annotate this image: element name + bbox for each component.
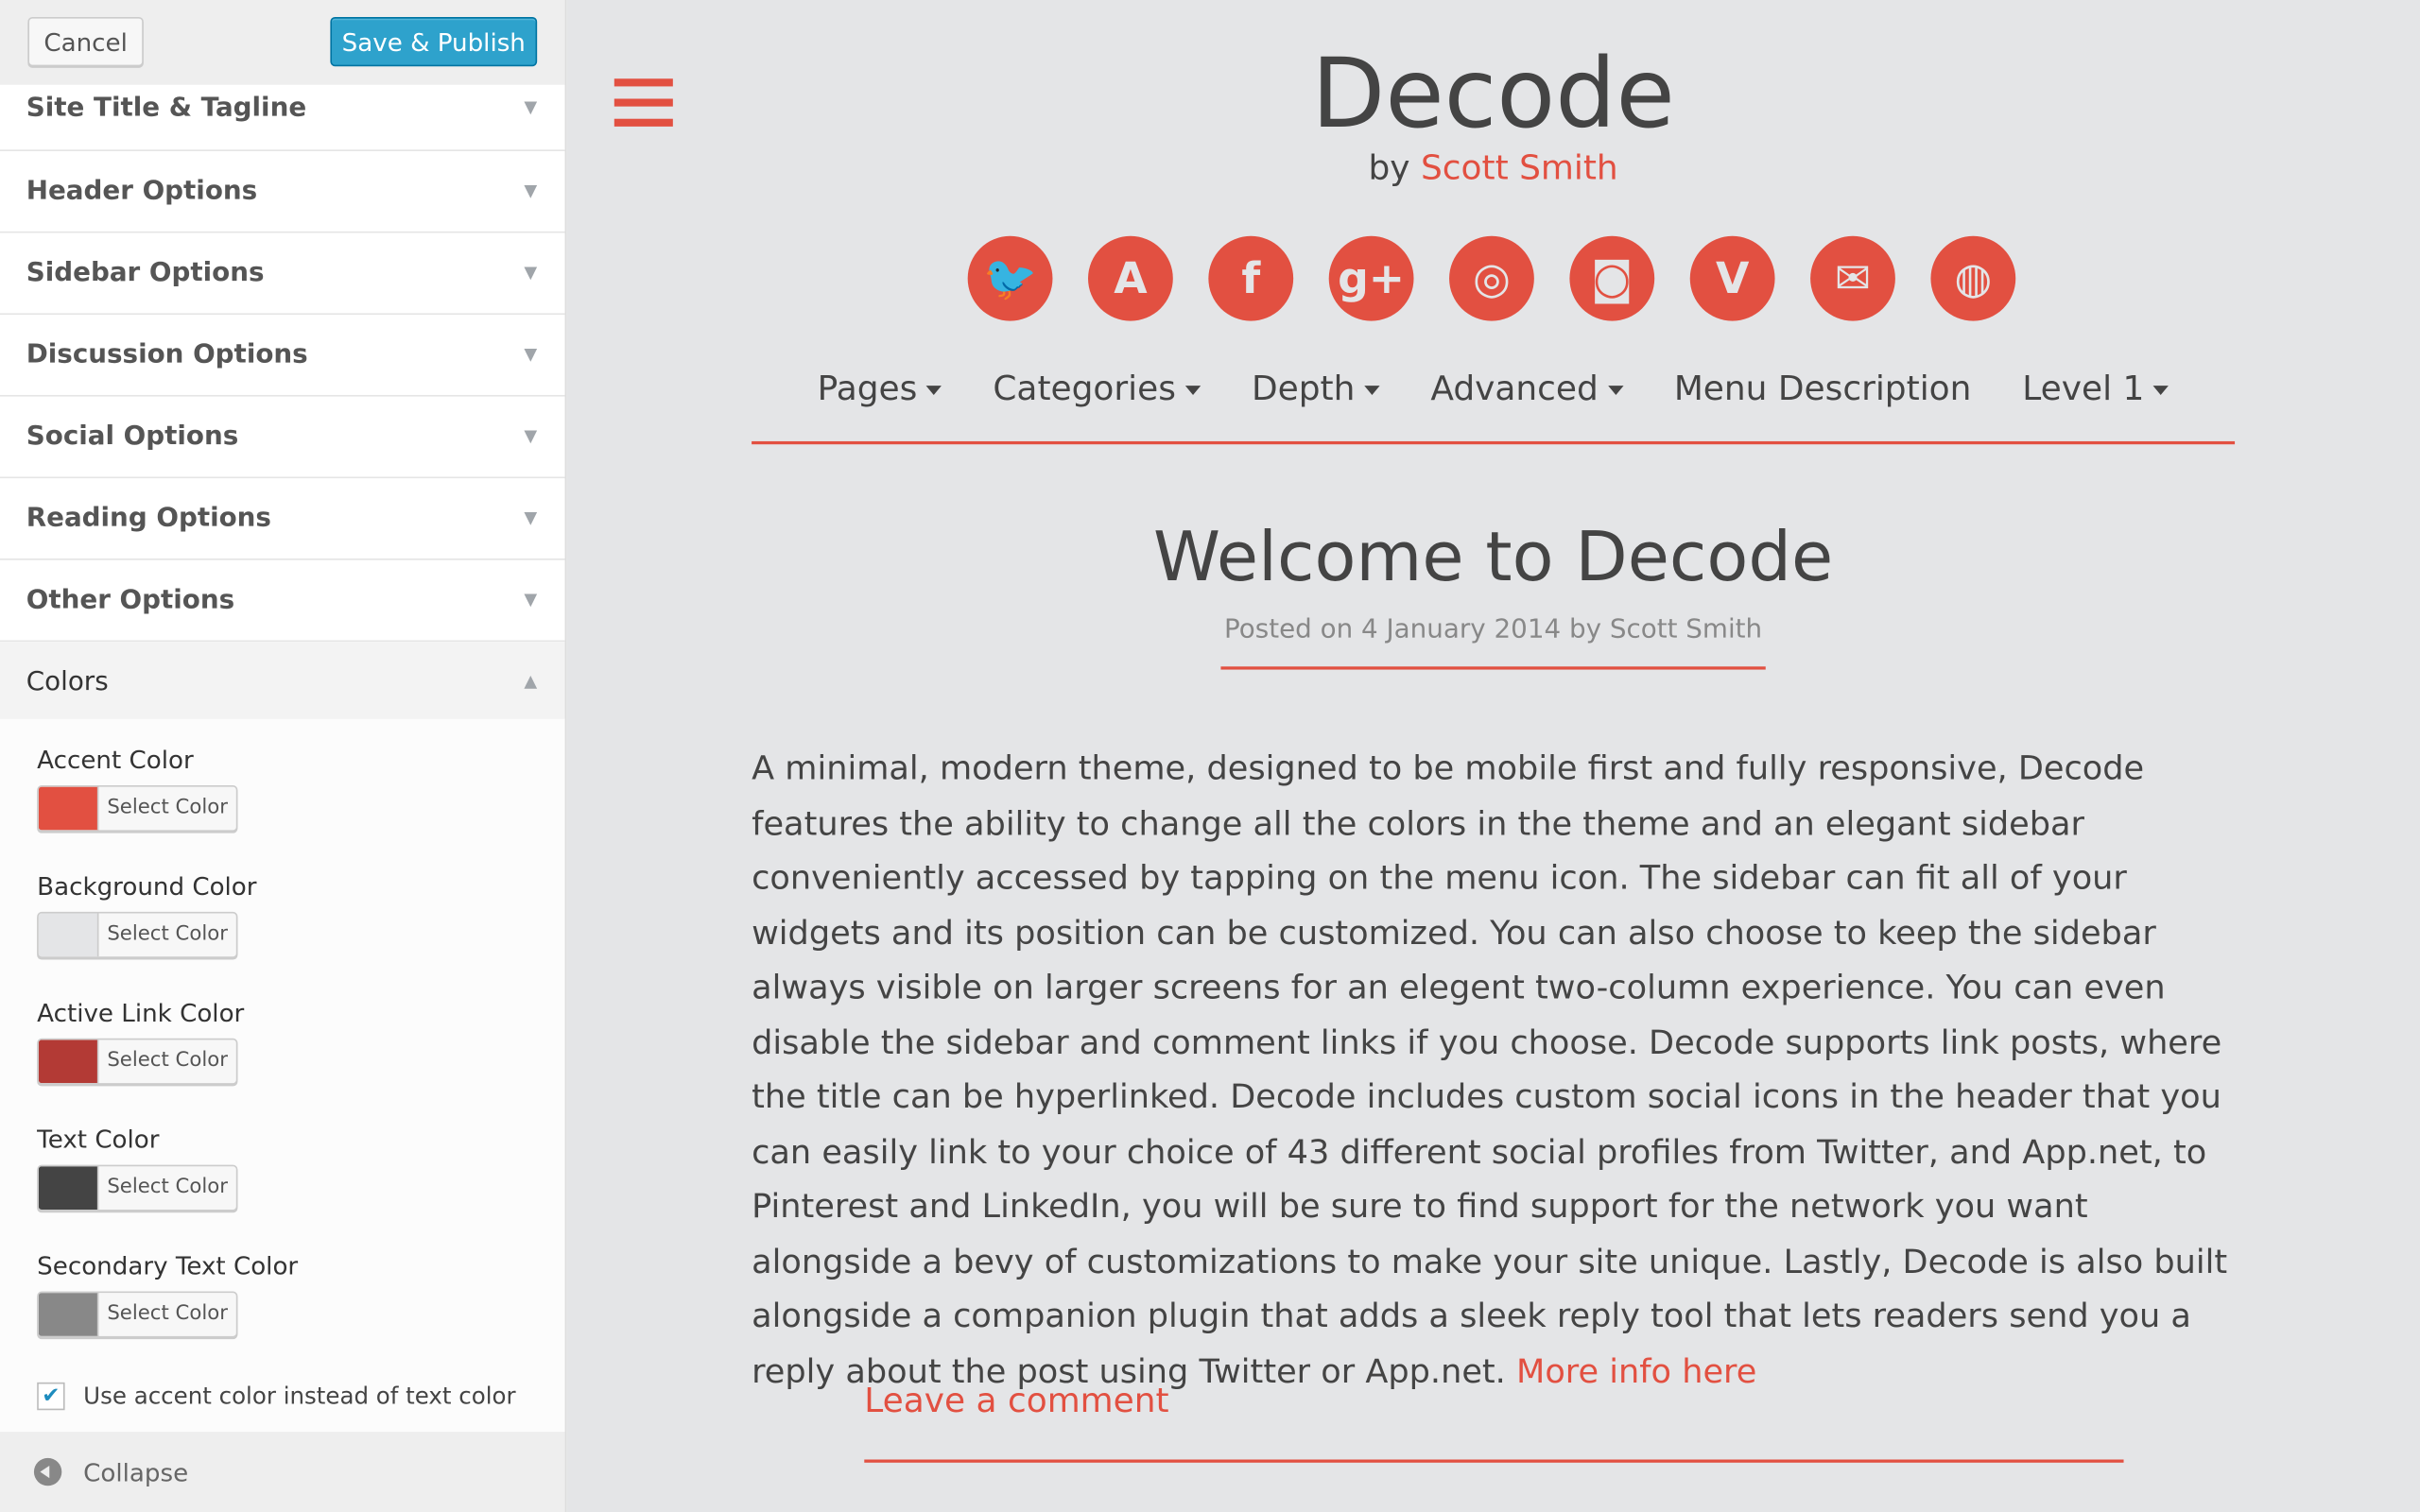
collapse-label: Collapse: [83, 1457, 189, 1487]
accent-color-checkbox[interactable]: ✔ Use accent color instead of text color: [37, 1382, 516, 1411]
color-swatch[interactable]: [38, 1166, 99, 1210]
save-publish-button[interactable]: Save & Publish: [330, 16, 538, 67]
post-text: A minimal, modern theme, designed to be …: [752, 749, 2228, 1391]
instagram-icon[interactable]: ◙: [1569, 235, 1655, 321]
section-header-options[interactable]: Header Options ▼: [0, 151, 565, 233]
nav-divider: [752, 440, 2236, 445]
section-reading-options[interactable]: Reading Options ▼: [0, 478, 565, 560]
select-color-label: Select Color: [107, 796, 228, 819]
color-setting: Background Color Select Color: [37, 871, 257, 958]
site-preview: Decode by Scott Smith 🐦 Af g+ ◎ ◙ V ✉ ◍ Pages Ca…: [566, 0, 2420, 1512]
select-color-label: Select Color: [107, 1301, 228, 1326]
section-label: Social Options: [26, 421, 239, 453]
section-label: Colors: [26, 666, 109, 697]
appnet-icon[interactable]: A: [1088, 235, 1173, 321]
website-icon[interactable]: ◍: [1930, 235, 2016, 321]
section-label: Discussion Options: [26, 339, 308, 370]
nav-item[interactable]: Menu Description: [1674, 370, 1972, 409]
chevron-down-icon: ▼: [524, 180, 538, 201]
chevron-down-icon: ▼: [524, 262, 538, 283]
color-label: Secondary Text Color: [37, 1251, 299, 1281]
more-info-link[interactable]: More info here: [1516, 1352, 1756, 1391]
author-link[interactable]: Scott Smith: [1421, 149, 1618, 188]
color-setting: Text Color Select Color: [37, 1125, 238, 1211]
post-meta: Posted on 4 January 2014 by Scott Smith: [1224, 613, 1763, 645]
chevron-down-icon: ▼: [524, 344, 538, 365]
site-tagline: by Scott Smith: [566, 149, 2420, 188]
collapse-arrow-icon: [33, 1457, 62, 1486]
section-label: Other Options: [26, 584, 235, 616]
select-color-label: Select Color: [107, 1049, 228, 1073]
colors-panel: Accent Color Select Color Background Colo…: [0, 718, 565, 1433]
site-title[interactable]: Decode: [566, 37, 2420, 149]
section-label: Sidebar Options: [26, 257, 265, 289]
color-picker-button[interactable]: Select Color: [37, 1291, 238, 1338]
color-picker-button[interactable]: Select Color: [37, 785, 238, 832]
nav-item[interactable]: Pages: [818, 370, 942, 409]
color-swatch[interactable]: [38, 913, 99, 957]
section-colors[interactable]: Colors ▲: [0, 642, 565, 724]
checkbox-label: Use accent color instead of text color: [83, 1382, 516, 1411]
customizer-header: Cancel Save & Publish: [0, 0, 565, 85]
color-swatch[interactable]: [38, 1293, 99, 1336]
section-site-title-tagline[interactable]: Site Title & Tagline ▼: [0, 85, 565, 151]
chevron-down-icon: ▼: [524, 96, 538, 118]
dribbble-icon[interactable]: ◎: [1449, 235, 1534, 321]
color-setting: Accent Color Select Color: [37, 745, 238, 832]
chevron-down-icon: ▼: [524, 425, 538, 446]
section-discussion-options[interactable]: Discussion Options ▼: [0, 315, 565, 397]
checkbox-checked-icon[interactable]: ✔: [37, 1382, 65, 1411]
section-label: Site Title & Tagline: [26, 92, 307, 124]
section-label: Header Options: [26, 176, 258, 207]
post-body: A minimal, modern theme, designed to be …: [752, 742, 2241, 1400]
chevron-up-icon: ▲: [524, 671, 538, 692]
section-social-options[interactable]: Social Options ▼: [0, 397, 565, 479]
chevron-down-icon: ▼: [524, 507, 538, 528]
color-label: Text Color: [37, 1125, 160, 1155]
nav-item[interactable]: Depth: [1252, 370, 1380, 409]
section-sidebar-options[interactable]: Sidebar Options ▼: [0, 233, 565, 316]
color-picker-button[interactable]: Select Color: [37, 1038, 238, 1085]
color-label: Background Color: [37, 871, 257, 902]
color-label: Active Link Color: [37, 998, 245, 1028]
social-icons: 🐦 Af g+ ◎ ◙ V ✉ ◍: [967, 235, 2016, 321]
nav-item[interactable]: Level 1: [2022, 370, 2169, 409]
color-setting: Active Link Color Select Color: [37, 998, 245, 1085]
chevron-down-icon: ▼: [524, 589, 538, 610]
customizer-sidebar: Cancel Save & Publish Site Title & Tagli…: [0, 0, 567, 1512]
select-color-label: Select Color: [107, 922, 228, 946]
color-swatch[interactable]: [38, 786, 99, 831]
comment-divider: [864, 1459, 2124, 1463]
collapse-button[interactable]: Collapse: [0, 1432, 565, 1512]
leave-comment-link[interactable]: Leave a comment: [864, 1383, 1168, 1421]
section-label: Reading Options: [26, 503, 271, 534]
nav-item[interactable]: Categories: [993, 370, 1201, 409]
main-navigation: Pages Categories Depth Advanced Menu Descrip…: [566, 370, 2420, 409]
post-title[interactable]: Welcome to Decode: [566, 519, 2420, 597]
vine-icon[interactable]: V: [1689, 235, 1775, 321]
color-setting: Secondary Text Color Select Color: [37, 1251, 299, 1338]
color-label: Accent Color: [37, 745, 194, 775]
meta-divider: [1220, 666, 1766, 670]
cancel-button[interactable]: Cancel: [27, 16, 144, 67]
by-text: by: [1368, 149, 1410, 189]
facebook-icon[interactable]: f: [1208, 235, 1294, 321]
section-other-options[interactable]: Other Options ▼: [0, 560, 565, 643]
color-picker-button[interactable]: Select Color: [37, 911, 238, 958]
color-swatch[interactable]: [38, 1040, 99, 1084]
google-plus-icon[interactable]: g+: [1328, 235, 1414, 321]
email-icon[interactable]: ✉: [1810, 235, 1895, 321]
twitter-icon[interactable]: 🐦: [967, 235, 1053, 321]
select-color-label: Select Color: [107, 1176, 228, 1199]
nav-item[interactable]: Advanced: [1430, 370, 1623, 409]
color-picker-button[interactable]: Select Color: [37, 1164, 238, 1211]
